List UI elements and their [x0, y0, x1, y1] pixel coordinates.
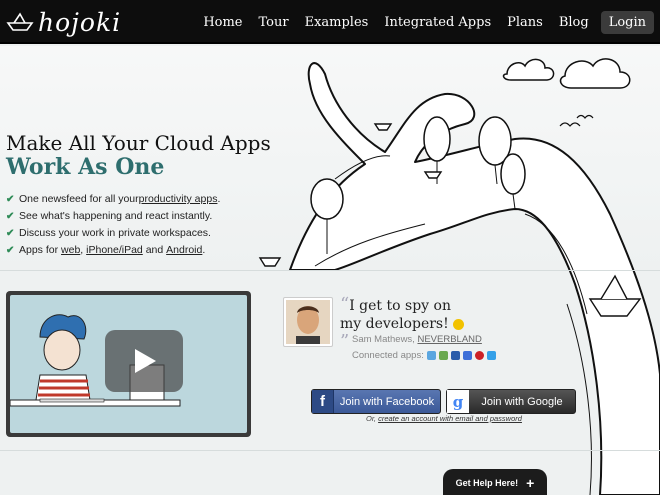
author-name: Sam Mathews,: [352, 334, 418, 345]
facebook-button-label: Join with Facebook: [339, 395, 435, 408]
feature-text: Discuss your work in private workspaces.: [19, 227, 211, 239]
join-google-button[interactable]: g Join with Google: [446, 389, 576, 414]
feature-item: ✔ One newsfeed for all your productivity…: [6, 191, 220, 208]
google-button-label: Join with Google: [481, 395, 563, 408]
logo-text: hojoki: [38, 7, 122, 37]
nav-plans[interactable]: Plans: [499, 11, 551, 34]
login-button[interactable]: Login: [600, 11, 654, 34]
hero-title-line2: Work As One: [6, 154, 165, 180]
intro-video[interactable]: [6, 291, 251, 437]
feature-text-end: .: [217, 193, 221, 205]
play-icon: [135, 349, 156, 373]
section-divider: [0, 270, 660, 271]
facebook-icon: f: [312, 390, 334, 413]
docs-icon: [462, 351, 472, 360]
android-link[interactable]: Android: [166, 242, 202, 259]
close-quote-icon: ”: [340, 331, 350, 352]
get-help-label: Get Help Here!: [455, 478, 519, 488]
plus-icon: +: [526, 475, 535, 491]
nav-home[interactable]: Home: [195, 11, 250, 34]
checkmark-icon: ✔: [6, 211, 15, 222]
hero-title-line1: Make All Your Cloud Apps: [6, 131, 271, 155]
play-button[interactable]: [105, 330, 183, 392]
iphone-ipad-link[interactable]: iPhone/iPad: [86, 242, 143, 259]
nav-blog[interactable]: Blog: [551, 11, 597, 34]
smiley-icon: [453, 318, 465, 330]
feature-text: See what's happening and react instantly…: [19, 210, 213, 222]
create-account-link[interactable]: create an account with email and passwor…: [378, 414, 522, 423]
feature-text: Apps for: [19, 244, 59, 256]
create-prefix: Or,: [366, 414, 379, 423]
feature-item: ✔ Discuss your work in private workspace…: [6, 225, 220, 242]
connected-apps-label: Connected apps:: [352, 350, 424, 361]
feature-period: .: [202, 244, 206, 256]
get-help-tab[interactable]: Get Help Here! +: [443, 469, 547, 495]
paper-boat-icon: [6, 12, 34, 31]
hojoki-logo[interactable]: hojoki: [6, 6, 121, 38]
feature-item: ✔ See what's happening and react instant…: [6, 208, 220, 225]
dropbox-icon: [426, 351, 436, 360]
connected-apps: Connected apps:: [352, 350, 496, 361]
productivity-apps-link[interactable]: productivity apps: [139, 191, 218, 208]
video-frame: [10, 295, 247, 433]
avatar-photo: [286, 300, 330, 344]
feature-and: and: [145, 244, 164, 256]
evernote-icon: [438, 351, 448, 360]
nav-integrated-apps[interactable]: Integrated Apps: [376, 11, 499, 34]
web-link[interactable]: web: [61, 242, 80, 259]
google-icon: g: [447, 390, 469, 413]
testimonial-avatar: [283, 297, 333, 347]
checkmark-icon: ✔: [6, 228, 15, 239]
checkmark-icon: ✔: [6, 194, 15, 205]
create-account-text: Or, create an account with email and pas…: [366, 414, 522, 423]
testimonial-author: Sam Mathews, NEVERBLAND: [352, 334, 482, 345]
main-nav: Home Tour Examples Integrated Apps Plans…: [195, 11, 654, 34]
feature-list: ✔ One newsfeed for all your productivity…: [6, 191, 220, 259]
top-navigation-bar: hojoki Home Tour Examples Integrated App…: [0, 0, 660, 44]
feature-item: ✔ Apps for web, iPhone/iPad and Android.: [6, 242, 220, 259]
pinterest-icon: [474, 351, 484, 360]
quote-text: I get to spy on my developers!: [340, 298, 451, 332]
nav-tour[interactable]: Tour: [251, 11, 297, 34]
person-photo-icon: [286, 300, 330, 344]
join-facebook-button[interactable]: f Join with Facebook: [311, 389, 441, 414]
author-company-link[interactable]: NEVERBLAND: [417, 334, 481, 345]
checkmark-icon: ✔: [6, 245, 15, 256]
open-quote-icon: “: [340, 294, 350, 315]
calendar-icon: [450, 351, 460, 360]
twitter-icon: [486, 351, 496, 360]
footer-divider: [0, 450, 660, 451]
feature-separator: ,: [80, 244, 84, 256]
feature-text: One newsfeed for all your: [19, 193, 139, 205]
nav-examples[interactable]: Examples: [297, 11, 377, 34]
